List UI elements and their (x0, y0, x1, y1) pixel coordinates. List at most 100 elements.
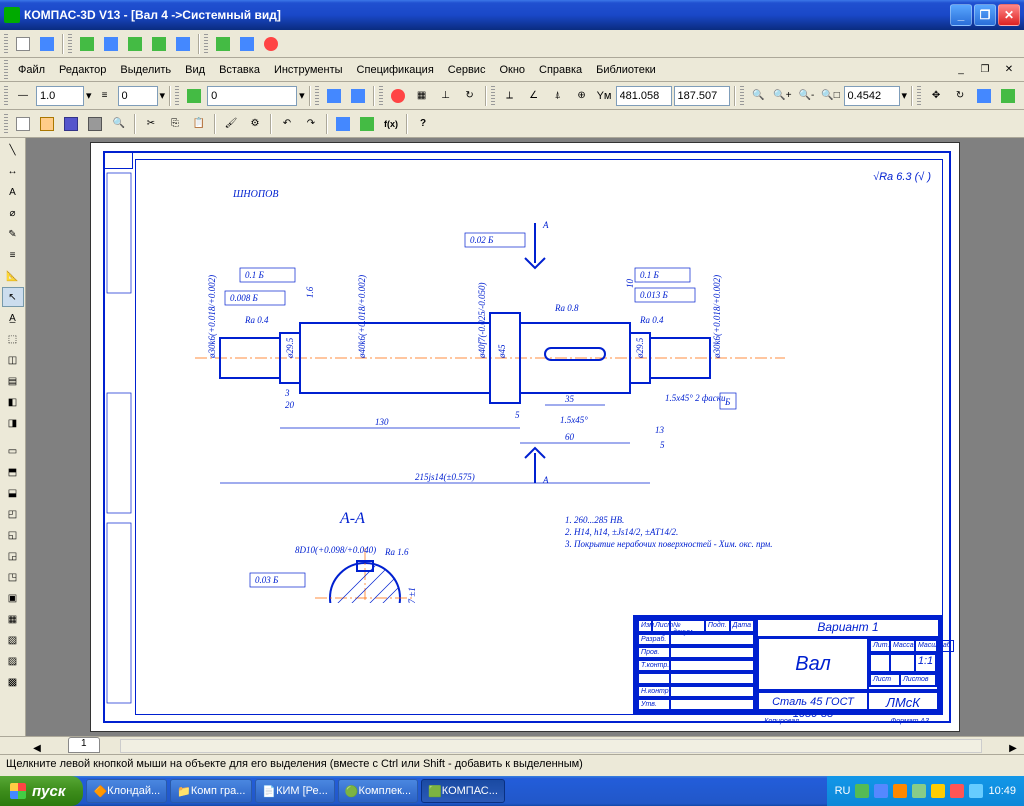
lt-dim-icon[interactable]: ↔ (2, 161, 24, 181)
paste-button[interactable]: 📋 (188, 113, 210, 135)
mdi-close-button[interactable]: ✕ (998, 59, 1020, 81)
tray-icon-4[interactable] (912, 784, 926, 798)
menu-view[interactable]: Вид (179, 61, 211, 79)
coord-y-input[interactable] (674, 86, 730, 106)
tool-c-button[interactable] (124, 33, 146, 55)
fx-button[interactable]: f(x) (380, 113, 402, 135)
field1-input[interactable] (36, 86, 84, 106)
menu-spec[interactable]: Спецификация (351, 61, 440, 79)
tray-icon-5[interactable] (931, 784, 945, 798)
grid-button[interactable]: ▦ (411, 85, 433, 107)
lt-views-icon[interactable]: ⬚ (2, 329, 24, 349)
magnet-button[interactable] (387, 85, 409, 107)
save-button[interactable] (60, 113, 82, 135)
round-button[interactable]: ↻ (459, 85, 481, 107)
tool-d-button[interactable] (148, 33, 170, 55)
menu-help[interactable]: Справка (533, 61, 588, 79)
lang-indicator[interactable]: RU (835, 785, 851, 797)
zoom-out-button[interactable]: 🔍- (796, 85, 818, 107)
lt-symbols-icon[interactable]: ⌀ (2, 203, 24, 223)
zoom-win-button[interactable]: 🔍□ (820, 85, 842, 107)
lt-sub1-icon[interactable]: ▭ (2, 441, 24, 461)
menu-tools[interactable]: Инструменты (268, 61, 349, 79)
new-button[interactable] (12, 113, 34, 135)
minimize-button[interactable]: _ (950, 4, 972, 26)
tray-icon-7[interactable] (969, 784, 983, 798)
task-item-2[interactable]: 📄 КИМ [Ре... (255, 779, 334, 803)
tool-f-button[interactable] (212, 33, 234, 55)
tool-e-button[interactable] (172, 33, 194, 55)
tab-next-button[interactable]: ▶ (1002, 737, 1024, 759)
tool-g-button[interactable] (236, 33, 258, 55)
lt-sub4-icon[interactable]: ◰ (2, 504, 24, 524)
tray-icon-6[interactable] (950, 784, 964, 798)
rotate-button[interactable]: ↻ (949, 85, 971, 107)
props-button[interactable]: ⚙ (244, 113, 266, 135)
mdi-min-button[interactable]: _ (950, 59, 972, 81)
brush-button[interactable]: 🖌 (220, 113, 242, 135)
lt-sub10-icon[interactable]: ▧ (2, 630, 24, 650)
print-button[interactable] (84, 113, 106, 135)
lt-sub9-icon[interactable]: ▦ (2, 609, 24, 629)
open-button[interactable] (36, 113, 58, 135)
new-doc-button[interactable] (12, 33, 34, 55)
lt-meas-icon[interactable]: 📐 (2, 266, 24, 286)
lt-sub8-icon[interactable]: ▣ (2, 588, 24, 608)
layer-icon[interactable] (183, 85, 205, 107)
lt-edit-icon[interactable]: ✎ (2, 224, 24, 244)
coord1-button[interactable]: ⟂ (499, 85, 521, 107)
tree-button[interactable] (36, 33, 58, 55)
lt-text-icon[interactable]: A (2, 182, 24, 202)
lt-geom-icon[interactable]: ╲ (2, 140, 24, 160)
task-item-3[interactable]: 🟢 Комплек... (338, 779, 418, 803)
lt-axo-icon[interactable]: ◨ (2, 413, 24, 433)
lt-sub6-icon[interactable]: ◲ (2, 546, 24, 566)
sheet-tab-1[interactable]: 1 (68, 737, 100, 753)
field2-input[interactable] (118, 86, 158, 106)
menu-window[interactable]: Окно (493, 61, 531, 79)
snap1-button[interactable] (323, 85, 345, 107)
lt-assoc-icon[interactable]: ◫ (2, 350, 24, 370)
menu-service[interactable]: Сервис (442, 61, 492, 79)
preview-button[interactable]: 🔍 (108, 113, 130, 135)
system-tray[interactable]: RU 10:49 (827, 776, 1024, 806)
undo-button[interactable]: ↶ (276, 113, 298, 135)
task-item-1[interactable]: 📁 Комп гра... (170, 779, 252, 803)
coord2-button[interactable]: ∠ (523, 85, 545, 107)
lt-sub5-icon[interactable]: ◱ (2, 525, 24, 545)
layer-input[interactable] (207, 86, 297, 106)
coord4-button[interactable]: ⊕ (571, 85, 593, 107)
ortho-button[interactable]: ⊥ (435, 85, 457, 107)
lt-sub2-icon[interactable]: ⬒ (2, 462, 24, 482)
lt-sub7-icon[interactable]: ◳ (2, 567, 24, 587)
maximize-button[interactable]: ❐ (974, 4, 996, 26)
copy-button[interactable]: ⎘ (164, 113, 186, 135)
tray-icon-1[interactable] (855, 784, 869, 798)
menu-insert[interactable]: Вставка (213, 61, 266, 79)
mdi-max-button[interactable]: ❐ (974, 59, 996, 81)
lt-sub12-icon[interactable]: ▩ (2, 672, 24, 692)
coord-x-input[interactable] (616, 86, 672, 106)
refresh-button[interactable] (997, 85, 1019, 107)
line-weight-button[interactable]: ≡ (94, 85, 116, 107)
redo-button[interactable]: ↷ (300, 113, 322, 135)
tool-a-button[interactable] (76, 33, 98, 55)
lt-spec-icon[interactable]: A̲ (2, 308, 24, 328)
zoom-input[interactable] (844, 86, 900, 106)
help-button[interactable]: ? (412, 113, 434, 135)
cut-button[interactable]: ✂ (140, 113, 162, 135)
vars-button[interactable] (356, 113, 378, 135)
line-style-button[interactable]: — (12, 85, 34, 107)
tool-b-button[interactable] (100, 33, 122, 55)
start-button[interactable]: пуск (0, 776, 83, 806)
task-item-0[interactable]: 🔶 Клондай... (86, 779, 167, 803)
zoom-in-button[interactable]: 🔍+ (772, 85, 794, 107)
task-item-4[interactable]: 🟩 КОМПАС... (421, 779, 505, 803)
menu-file[interactable]: Файл (12, 61, 51, 79)
menu-edit[interactable]: Редактор (53, 61, 112, 79)
menu-libs[interactable]: Библиотеки (590, 61, 662, 79)
menu-select[interactable]: Выделить (114, 61, 177, 79)
redraw-button[interactable] (973, 85, 995, 107)
pan-button[interactable]: ✥ (925, 85, 947, 107)
coord3-button[interactable]: ⍋ (547, 85, 569, 107)
